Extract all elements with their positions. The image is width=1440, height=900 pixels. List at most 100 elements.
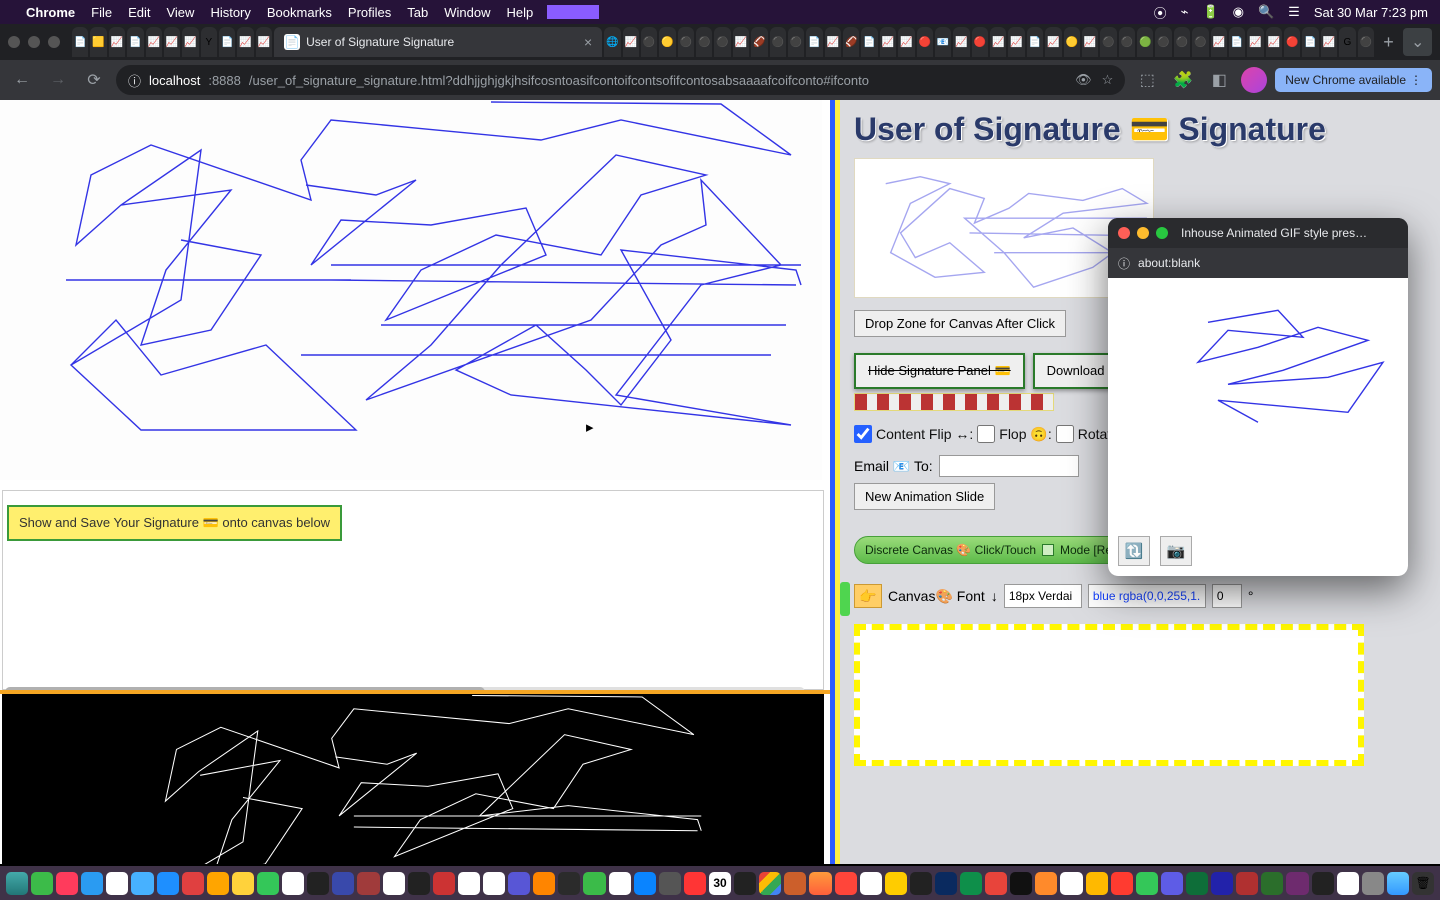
background-tab[interactable]: 🔴 — [1284, 27, 1300, 57]
show-save-signature-button[interactable]: Show and Save Your Signature 💳 onto canv… — [7, 505, 342, 541]
dock-app[interactable] — [885, 872, 907, 895]
background-tab[interactable]: 📄 — [127, 27, 143, 57]
dock-app[interactable] — [1010, 872, 1032, 895]
background-tab[interactable]: 📄 — [1027, 27, 1043, 57]
background-tab[interactable]: 📈 — [1321, 27, 1337, 57]
dock-app[interactable] — [1111, 872, 1133, 895]
address-bar[interactable]: ⓘ localhost:8888/user_of_signature_signa… — [116, 65, 1125, 95]
dock-app[interactable] — [1337, 872, 1359, 895]
dock-app[interactable] — [734, 872, 756, 895]
forward-button[interactable]: → — [44, 66, 72, 94]
playback-icon[interactable]: ⦿ — [1154, 3, 1167, 22]
background-tab[interactable]: 📈 — [953, 27, 969, 57]
background-tab[interactable]: ⚫ — [1192, 27, 1208, 57]
dock-trash-icon[interactable]: 🗑 — [1412, 872, 1434, 895]
dock-app[interactable] — [1387, 872, 1409, 895]
color-input[interactable] — [1088, 584, 1206, 608]
dock-app[interactable] — [232, 872, 254, 895]
dock-app[interactable]: 30 — [709, 872, 731, 895]
profile-avatar[interactable] — [1241, 67, 1267, 93]
window-minimize-icon[interactable] — [28, 36, 40, 48]
dock-app[interactable] — [634, 872, 656, 895]
rotate-checkbox[interactable] — [1056, 425, 1074, 443]
content-flip-checkbox[interactable] — [854, 425, 872, 443]
popup-minimize-icon[interactable] — [1137, 227, 1149, 239]
menu-view[interactable]: View — [166, 5, 194, 20]
dock-app[interactable] — [1086, 872, 1108, 895]
background-tab[interactable]: 📈 — [623, 27, 639, 57]
tab-close-icon[interactable]: × — [584, 34, 592, 50]
background-tab[interactable]: ⚫ — [641, 27, 657, 57]
dock-app[interactable] — [835, 872, 857, 895]
background-tab[interactable]: 📈 — [1045, 27, 1061, 57]
background-tab[interactable]: G — [1339, 27, 1355, 57]
background-tab[interactable]: 📈 — [1008, 27, 1024, 57]
menu-history[interactable]: History — [210, 5, 250, 20]
dock-app[interactable] — [1136, 872, 1158, 895]
background-tab[interactable]: 🔴 — [917, 27, 933, 57]
font-input[interactable] — [1004, 584, 1082, 608]
dock-app[interactable] — [257, 872, 279, 895]
dock-app[interactable] — [583, 872, 605, 895]
dock-app[interactable] — [784, 872, 806, 895]
column-divider[interactable] — [830, 100, 840, 864]
hand-icon[interactable]: 👉 — [854, 584, 882, 608]
background-tab[interactable]: 📈 — [825, 27, 841, 57]
popup-tool-camera-button[interactable]: 📷 — [1160, 536, 1192, 566]
popup-zoom-icon[interactable] — [1156, 227, 1168, 239]
dropzone-button[interactable]: Drop Zone for Canvas After Click — [854, 310, 1066, 337]
dock-app[interactable] — [157, 872, 179, 895]
dock-app[interactable] — [985, 872, 1007, 895]
popup-addressbar[interactable]: ⓘ about:blank — [1108, 248, 1408, 278]
background-tab[interactable]: 📈 — [990, 27, 1006, 57]
menu-bookmarks[interactable]: Bookmarks — [267, 5, 332, 20]
dock-app[interactable] — [282, 872, 304, 895]
dock-app[interactable] — [31, 872, 53, 895]
background-tab[interactable]: 📄 — [219, 27, 235, 57]
background-tab[interactable]: ⚫ — [678, 27, 694, 57]
flop-checkbox[interactable] — [977, 425, 995, 443]
dock-app[interactable] — [659, 872, 681, 895]
signature-draw-canvas[interactable]: ▸ — [0, 100, 822, 480]
window-zoom-icon[interactable] — [48, 36, 60, 48]
background-tab[interactable]: ⚫ — [1100, 27, 1116, 57]
background-tab[interactable]: 📄 — [1229, 27, 1245, 57]
dock-app[interactable] — [207, 872, 229, 895]
menubar-app-name[interactable]: Chrome — [26, 5, 75, 20]
background-tab[interactable]: 🔴 — [972, 27, 988, 57]
background-tab[interactable]: 🟢 — [1137, 27, 1153, 57]
dock-app[interactable] — [809, 872, 831, 895]
dock-app[interactable] — [307, 872, 329, 895]
background-tab[interactable]: ⚫ — [1174, 27, 1190, 57]
bluetooth-icon[interactable]: ⌁ — [1181, 4, 1189, 20]
active-tab[interactable]: 📄 User of Signature Signature × — [274, 27, 602, 57]
side-panel-icon[interactable]: ◧ — [1205, 66, 1233, 94]
popup-tool-flip-button[interactable]: 🔃 — [1118, 536, 1150, 566]
bookmark-star-icon[interactable]: ☆ — [1102, 72, 1114, 88]
new-tab-button[interactable]: + — [1376, 29, 1401, 55]
dock-app[interactable] — [1312, 872, 1334, 895]
background-tab[interactable]: ⚫ — [696, 27, 712, 57]
dock-app[interactable] — [860, 872, 882, 895]
background-tab[interactable]: ⚫ — [770, 27, 786, 57]
dock-app[interactable] — [558, 872, 580, 895]
dock-app[interactable] — [1236, 872, 1258, 895]
dock-app[interactable] — [1261, 872, 1283, 895]
menu-tab[interactable]: Tab — [407, 5, 428, 20]
background-tab[interactable]: ⚫ — [1119, 27, 1135, 57]
menu-window[interactable]: Window — [444, 5, 490, 20]
background-tab[interactable]: 📈 — [109, 27, 125, 57]
menu-file[interactable]: File — [91, 5, 112, 20]
background-tab[interactable]: 📈 — [898, 27, 914, 57]
yellow-drop-target[interactable] — [854, 624, 1364, 766]
dock-app[interactable] — [935, 872, 957, 895]
background-tab[interactable]: 📈 — [733, 27, 749, 57]
background-tab[interactable]: ⚫ — [788, 27, 804, 57]
dock-app[interactable] — [1161, 872, 1183, 895]
dock-app[interactable] — [56, 872, 78, 895]
dock-app[interactable] — [684, 872, 706, 895]
tab-overflow-icon[interactable]: ⌄ — [1403, 28, 1432, 56]
background-tab[interactable]: 📈 — [1211, 27, 1227, 57]
dock-app[interactable] — [81, 872, 103, 895]
dock-app[interactable] — [960, 872, 982, 895]
